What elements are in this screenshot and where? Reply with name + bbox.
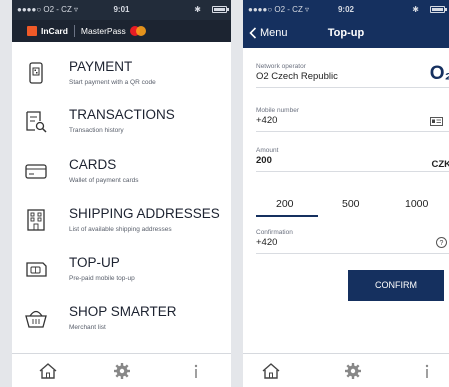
amount-option-1000[interactable]: 1000 [405, 198, 428, 210]
battery-icon [212, 6, 229, 13]
menu-item-subtitle: Merchant list [69, 324, 106, 331]
main-menu-screen: ●●●●○ O2 - CZ ▿ 9:01 ✱ InCard MasterPass… [12, 0, 231, 387]
menu-item-subtitle: Start payment with a QR code [69, 79, 156, 86]
status-bar: ●●●●○ O2 - CZ ▿ 9:01 ✱ [12, 0, 231, 20]
nav-bar: Menu Top-up [243, 20, 449, 48]
home-icon[interactable] [261, 362, 281, 380]
menu-item-title: TOP-UP [69, 255, 120, 270]
info-icon[interactable] [186, 362, 206, 380]
incard-logo-icon [27, 26, 37, 36]
amount-field[interactable]: Amount 200 CZK [256, 147, 449, 172]
amount-option-200[interactable]: 200 [276, 198, 294, 210]
amount-label: Amount [256, 147, 279, 154]
menu-item-subtitle: List of available shipping addresses [69, 226, 172, 233]
partner-name: MasterPass [80, 26, 126, 36]
top-up-screen: ●●●●○ O2 - CZ ▿ 9:02 ✱ Menu Top-up Netwo… [243, 0, 449, 387]
contact-card-icon[interactable] [430, 117, 443, 126]
confirmation-input[interactable]: +420 [256, 237, 449, 248]
operator-field[interactable]: Network operator O2 Czech Republic O₂ [256, 63, 449, 88]
menu-item-subtitle: Wallet of payment cards [69, 177, 139, 184]
menu-item-title: PAYMENT [69, 59, 133, 74]
menu-item-shipping-addresses[interactable]: SHIPPING ADDRESSES List of available shi… [12, 198, 231, 247]
help-icon[interactable]: ? [436, 237, 447, 248]
document-search-icon [26, 111, 47, 133]
amount-options: 200 500 1000 [256, 196, 449, 218]
bluetooth-icon: ✱ [194, 5, 201, 14]
field-divider [256, 131, 449, 132]
basket-icon [25, 310, 47, 328]
mobile-number-label: Mobile number [256, 107, 299, 114]
card-icon [25, 164, 47, 179]
mobile-number-field[interactable]: Mobile number +420 [256, 107, 449, 132]
gear-icon[interactable] [112, 362, 132, 380]
brand-header: InCard MasterPass [12, 20, 231, 42]
sim-card-icon [26, 262, 47, 277]
menu-item-cards[interactable]: CARDS Wallet of payment cards [12, 149, 231, 198]
menu-item-subtitle: Transaction history [69, 127, 124, 134]
amount-option-500[interactable]: 500 [342, 198, 360, 210]
bluetooth-icon: ✱ [412, 5, 419, 14]
operator-label: Network operator [256, 63, 306, 70]
selected-amount-indicator [256, 215, 318, 217]
amount-value: 200 [256, 155, 272, 166]
menu-item-payment[interactable]: PAYMENT Start payment with a QR code [12, 51, 231, 100]
mobile-number-input[interactable]: +420 [256, 115, 449, 126]
menu-item-title: CARDS [69, 157, 117, 172]
gear-icon[interactable] [343, 362, 363, 380]
page-title: Top-up [327, 27, 365, 39]
confirmation-label: Confirmation [256, 229, 293, 236]
home-icon[interactable] [38, 362, 58, 380]
tab-bar [12, 353, 231, 387]
field-divider [256, 171, 449, 172]
info-icon[interactable] [417, 362, 437, 380]
menu-item-top-up[interactable]: TOP-UP Pre-paid mobile top-up [12, 247, 231, 296]
confirmation-field[interactable]: Confirmation +420 ? [256, 229, 449, 254]
menu-item-title: SHIPPING ADDRESSES [69, 206, 220, 221]
menu-item-subtitle: Pre-paid mobile top-up [69, 275, 135, 282]
menu-item-title: SHOP SMARTER [69, 304, 177, 319]
battery-icon [430, 6, 447, 13]
status-bar: ●●●●○ O2 - CZ ▿ 9:02 ✱ [243, 0, 449, 20]
menu-item-transactions[interactable]: TRANSACTIONS Transaction history [12, 99, 231, 148]
operator-value: O2 Czech Republic [256, 71, 338, 82]
brand-name: InCard [41, 26, 68, 36]
currency-label: CZK [431, 159, 449, 170]
o2-logo-icon: O₂ [429, 63, 449, 84]
field-divider [256, 87, 449, 88]
brand-divider [73, 25, 75, 37]
confirm-button[interactable]: CONFIRM [348, 270, 444, 301]
mastercard-logo-icon [129, 26, 146, 36]
qr-phone-icon [29, 62, 43, 84]
tab-bar [243, 353, 449, 387]
menu-item-shop-smarter[interactable]: SHOP SMARTER Merchant list [12, 296, 231, 345]
field-divider [256, 253, 449, 254]
building-icon [27, 209, 45, 231]
menu-item-title: TRANSACTIONS [69, 107, 175, 122]
